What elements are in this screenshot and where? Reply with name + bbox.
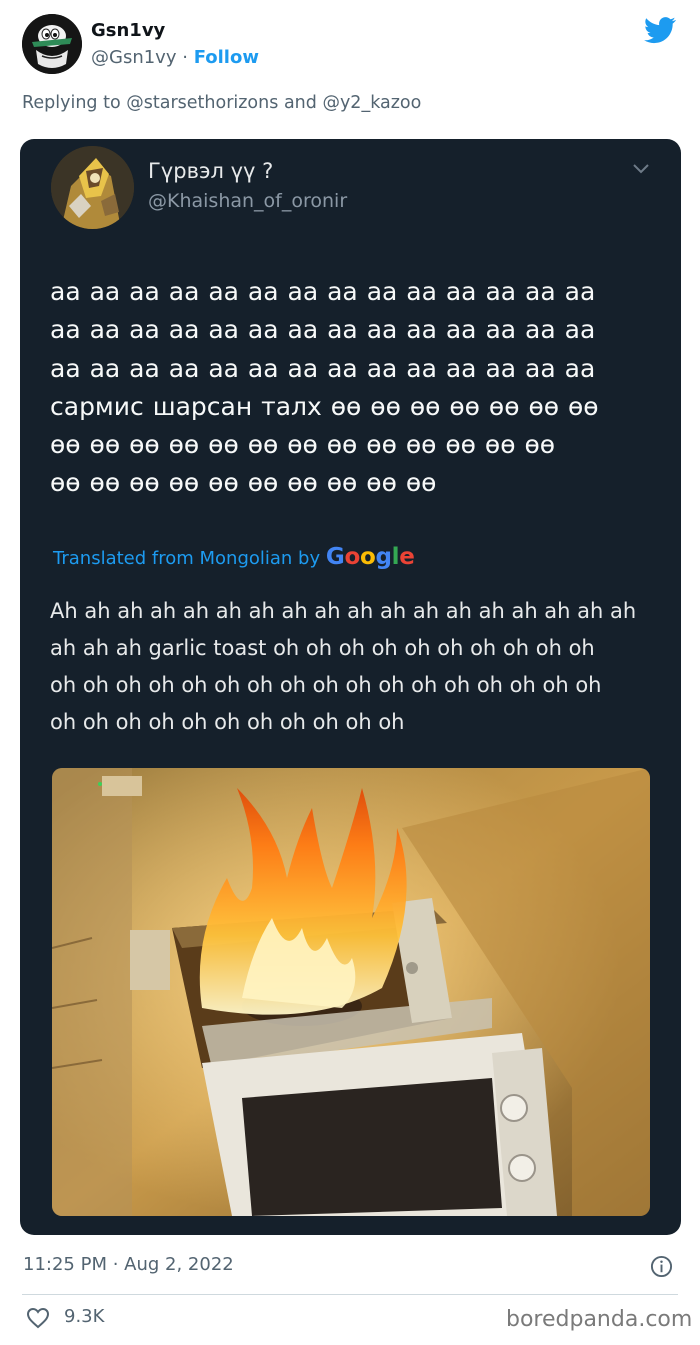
translation-line: ah ah ah garlic toast oh oh oh oh oh oh … — [50, 636, 595, 660]
author-handle-row: @Gsn1vy · Follow — [91, 47, 259, 68]
burning-toaster-oven-photo[interactable] — [52, 768, 650, 1216]
author-handle[interactable]: @Gsn1vy — [91, 47, 177, 68]
chevron-down-icon — [633, 164, 649, 174]
like-count[interactable]: 9.3K — [64, 1306, 104, 1327]
translation-line: oh oh oh oh oh oh oh oh oh oh oh — [50, 710, 405, 734]
tweet-timestamp[interactable]: 11:25 PM · Aug 2, 2022 — [23, 1254, 234, 1275]
twitter-bird-icon[interactable] — [644, 14, 676, 46]
separator-dot: · — [182, 47, 188, 68]
mention-link[interactable]: @starsethorizons — [126, 93, 278, 113]
quoted-text-line: сармис шарсан талх өө өө өө өө өө өө өө — [50, 391, 599, 421]
follow-button[interactable]: Follow — [194, 47, 259, 68]
tweet-header: Gsn1vy @Gsn1vy · Follow — [0, 0, 700, 90]
quoted-author-avatar — [51, 146, 134, 229]
watermark: boredpanda.com — [506, 1307, 693, 1332]
quoted-author-handle: @Khaishan_of_oronir — [148, 190, 348, 212]
translation-text: Ah ah ah ah ah ah ah ah ah ah ah ah ah a… — [50, 593, 670, 741]
translated-by-google: Translated from Mongolian by Google — [53, 544, 415, 570]
quoted-text-line: аа аа аа аа аа аа аа аа аа аа аа аа аа а… — [50, 277, 596, 306]
quoted-text-line: аа аа аа аа аа аа аа аа аа аа аа аа аа а… — [50, 315, 596, 345]
replying-prefix: Replying to — [22, 93, 121, 113]
quoted-tweet-screenshot[interactable]: Гүрвэл үү ? @Khaishan_of_oronir аа аа аа… — [20, 139, 681, 1235]
divider — [22, 1294, 678, 1295]
translation-line: oh oh oh oh oh oh oh oh oh oh oh oh oh o… — [50, 673, 602, 697]
mention-link[interactable]: @y2_kazoo — [322, 93, 421, 113]
info-icon[interactable] — [650, 1255, 673, 1278]
author-avatar[interactable] — [22, 14, 82, 74]
replying-to-line: Replying to @starsethorizons and @y2_kaz… — [22, 93, 421, 113]
google-logo: Google — [325, 544, 415, 570]
quoted-text-line: өө өө өө өө өө өө өө өө өө өө — [50, 468, 437, 498]
translation-line: Ah ah ah ah ah ah ah ah ah ah ah ah ah a… — [50, 599, 637, 623]
quoted-tweet-text: аа аа аа аа аа аа аа аа аа аа аа аа аа а… — [50, 273, 670, 503]
quoted-author-name: Гүрвэл үү ? — [148, 159, 274, 183]
quoted-text-line: өө өө өө өө өө өө өө өө өө өө өө өө өө — [50, 430, 556, 460]
translated-prefix: Translated from Mongolian by — [53, 548, 321, 569]
author-display-name[interactable]: Gsn1vy — [91, 20, 165, 41]
quoted-text-line: аа аа аа аа аа аа аа аа аа аа аа аа аа а… — [50, 353, 596, 383]
replying-and: and — [283, 93, 317, 113]
heart-icon[interactable] — [26, 1307, 50, 1329]
